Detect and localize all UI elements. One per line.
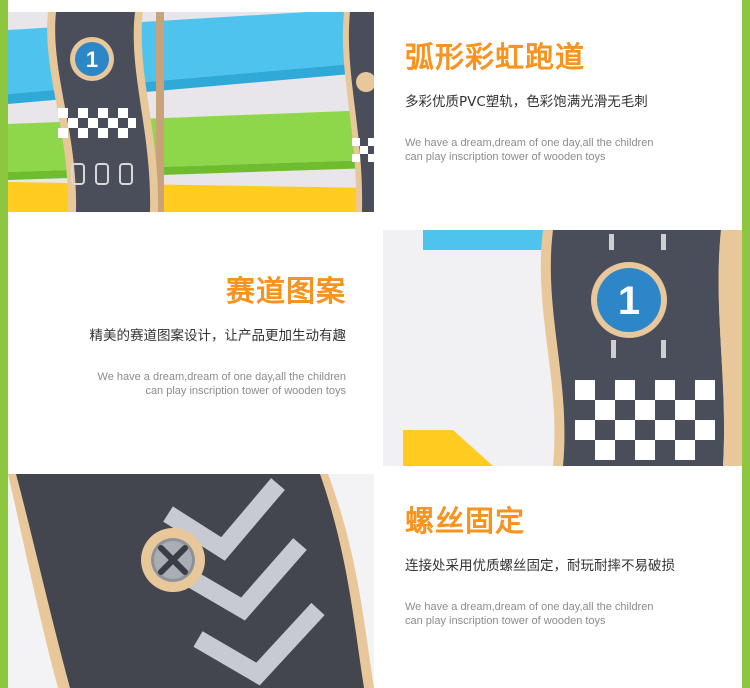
- rainbow-track-photo: 1: [8, 12, 374, 212]
- english-tagline-line2: can play inscription tower of wooden toy…: [405, 151, 606, 163]
- track-pattern-photo: 1: [383, 230, 742, 466]
- english-tagline: We have a dream,dream of one day,all the…: [405, 600, 675, 628]
- section-title: 弧形彩虹跑道: [405, 40, 586, 74]
- track-number-label: 1: [86, 47, 98, 72]
- english-tagline-line2: can play inscription tower of wooden toy…: [145, 385, 346, 397]
- section-description: 精美的赛道图案设计，让产品更加生动有趣: [89, 328, 347, 344]
- section-description: 多彩优质PVC塑轨，色彩饱满光滑无毛刺: [405, 94, 648, 110]
- english-tagline: We have a dream,dream of one day,all the…: [90, 370, 346, 398]
- english-tagline-line1: We have a dream,dream of one day,all the…: [405, 601, 654, 613]
- english-tagline-line1: We have a dream,dream of one day,all the…: [405, 137, 654, 149]
- english-tagline: We have a dream,dream of one day,all the…: [405, 136, 653, 164]
- section-screw-fixing: 螺丝固定 连接处采用优质螺丝固定，耐玩耐摔不易破损 We have a drea…: [405, 498, 675, 628]
- left-green-border: [0, 0, 8, 688]
- right-green-border: [742, 0, 750, 688]
- section-title: 赛道图案: [225, 274, 346, 308]
- section-title: 螺丝固定: [405, 504, 526, 538]
- section-description: 连接处采用优质螺丝固定，耐玩耐摔不易破损: [405, 558, 675, 574]
- track-number-label: 1: [618, 279, 640, 323]
- section-track-pattern: 赛道图案 精美的赛道图案设计，让产品更加生动有趣 We have a dream…: [90, 268, 347, 398]
- english-tagline-line2: can play inscription tower of wooden toy…: [405, 615, 606, 627]
- screw-fixing-photo: [8, 474, 374, 688]
- section-rainbow-track: 弧形彩虹跑道 多彩优质PVC塑轨，色彩饱满光滑无毛刺 We have a dre…: [405, 34, 653, 164]
- english-tagline-line1: We have a dream,dream of one day,all the…: [97, 371, 346, 383]
